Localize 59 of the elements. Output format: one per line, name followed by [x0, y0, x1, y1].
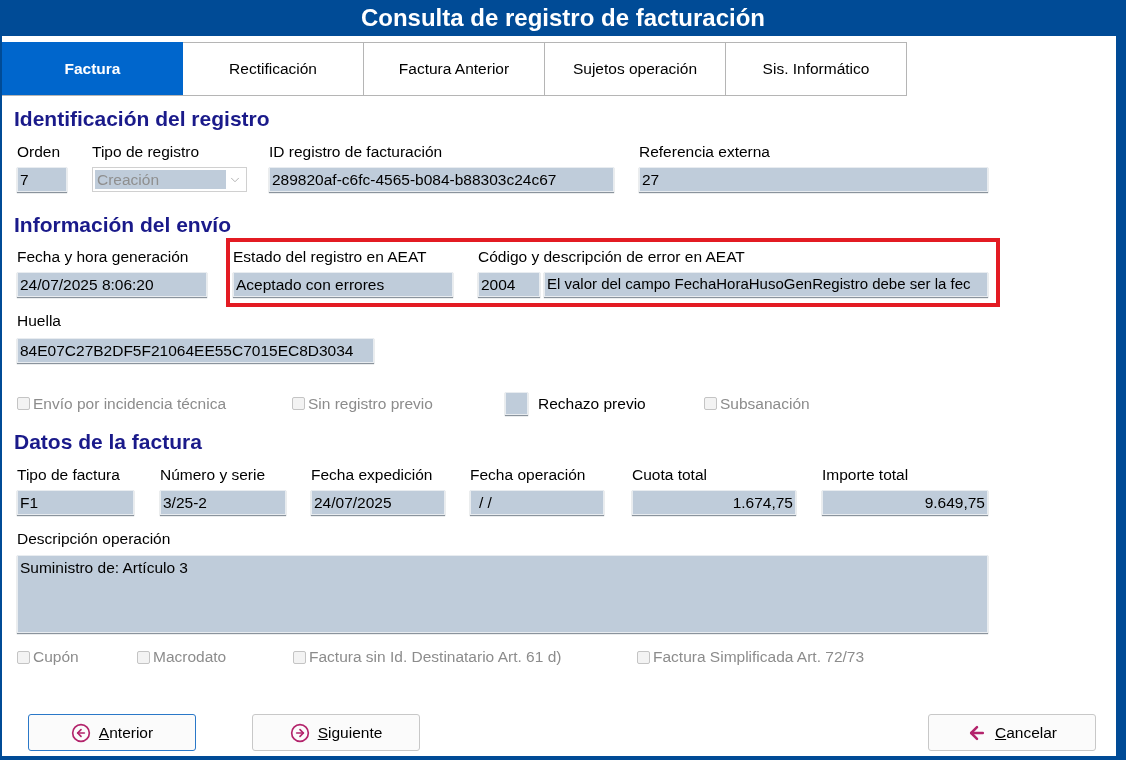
- window-title: Consulta de registro de facturación: [360, 3, 766, 33]
- tab[interactable]: Factura: [2, 42, 183, 95]
- checkbox[interactable]: [293, 650, 306, 664]
- checkbox[interactable]: [637, 650, 650, 664]
- circle-arrow-left-icon: [70, 722, 91, 743]
- circle-arrow-right-icon: [289, 722, 310, 743]
- tab[interactable]: Factura Anterior: [364, 42, 545, 95]
- field-label: Cuota total: [632, 466, 707, 484]
- cancel-button[interactable]: Cancelar: [928, 714, 1096, 751]
- checkbox-label: Subsanación: [720, 394, 810, 413]
- section-title: Información del envío: [14, 213, 232, 237]
- section-title: Datos de la factura: [14, 430, 202, 454]
- field-label: Referencia externa: [639, 143, 770, 161]
- checkbox[interactable]: [17, 650, 30, 664]
- input-field[interactable]: 3/25-2: [160, 490, 286, 515]
- field-label: Descripción operación: [17, 530, 171, 548]
- previous-button[interactable]: Anterior: [28, 714, 196, 751]
- tab[interactable]: Sis. Informático: [726, 42, 907, 95]
- input-field[interactable]: El valor del campo FechaHoraHusoGenRegistro debe ser la fec: [544, 272, 988, 297]
- input-field[interactable]: 2004: [478, 272, 540, 297]
- input-field[interactable]: 289820af-c6fc-4565-b084-b88303c24c67: [269, 167, 614, 192]
- next-button[interactable]: Siguiente: [252, 714, 420, 751]
- tab[interactable]: Sujetos operación: [545, 42, 726, 95]
- checkbox[interactable]: [704, 397, 717, 410]
- field-label: Importe total: [822, 466, 909, 484]
- checkbox[interactable]: [292, 397, 305, 410]
- input-field[interactable]: Aceptado con errores: [233, 272, 453, 297]
- field-label: Fecha expedición: [311, 466, 433, 484]
- input-field[interactable]: 1.674,75: [632, 490, 796, 515]
- field-label: Tipo de factura: [17, 466, 120, 484]
- checkbox[interactable]: [137, 650, 150, 664]
- field-label: Huella: [17, 312, 61, 330]
- input-field[interactable]: 84E07C27B2DF5F21064EE55C7015EC8D3034: [17, 338, 374, 363]
- field-label: Estado del registro en AEAT: [233, 248, 427, 266]
- field-label: Fecha operación: [470, 466, 586, 484]
- input-field[interactable]: / /: [470, 490, 604, 515]
- checkbox-label: Cupón: [33, 648, 79, 666]
- checkbox-label: Envío por incidencia técnica: [33, 394, 226, 413]
- input-field[interactable]: 24/07/2025 8:06:20: [17, 272, 207, 297]
- input-field[interactable]: 9.649,75: [822, 490, 988, 515]
- section-title: Identificación del registro: [14, 107, 270, 131]
- field-label: Código y descripción de error en AEAT: [478, 248, 745, 266]
- checkbox-label: Factura Simplificada Art. 72/73: [653, 648, 865, 666]
- checkbox-label: Factura sin Id. Destinatario Art. 61 d): [309, 648, 562, 666]
- input-field[interactable]: 24/07/2025: [311, 490, 445, 515]
- field-label: Número y serie: [160, 466, 266, 484]
- field-label: ID registro de facturación: [269, 143, 443, 161]
- input-field[interactable]: 27: [639, 167, 988, 192]
- input-field[interactable]: F1: [17, 490, 134, 515]
- text-area-field[interactable]: Suministro de: Artículo 3: [17, 555, 988, 633]
- checkbox-label: Rechazo previo: [538, 394, 646, 413]
- input-field[interactable]: 7: [17, 167, 67, 192]
- field-label: Tipo de registro: [92, 143, 200, 161]
- field-label: Orden: [17, 143, 61, 161]
- checkbox-label: Sin registro previo: [308, 394, 433, 413]
- checkbox[interactable]: [17, 397, 30, 410]
- checkbox-label: Macrodato: [153, 648, 227, 666]
- field-label: Fecha y hora generación: [17, 248, 189, 266]
- tab[interactable]: Rectificación: [183, 42, 364, 95]
